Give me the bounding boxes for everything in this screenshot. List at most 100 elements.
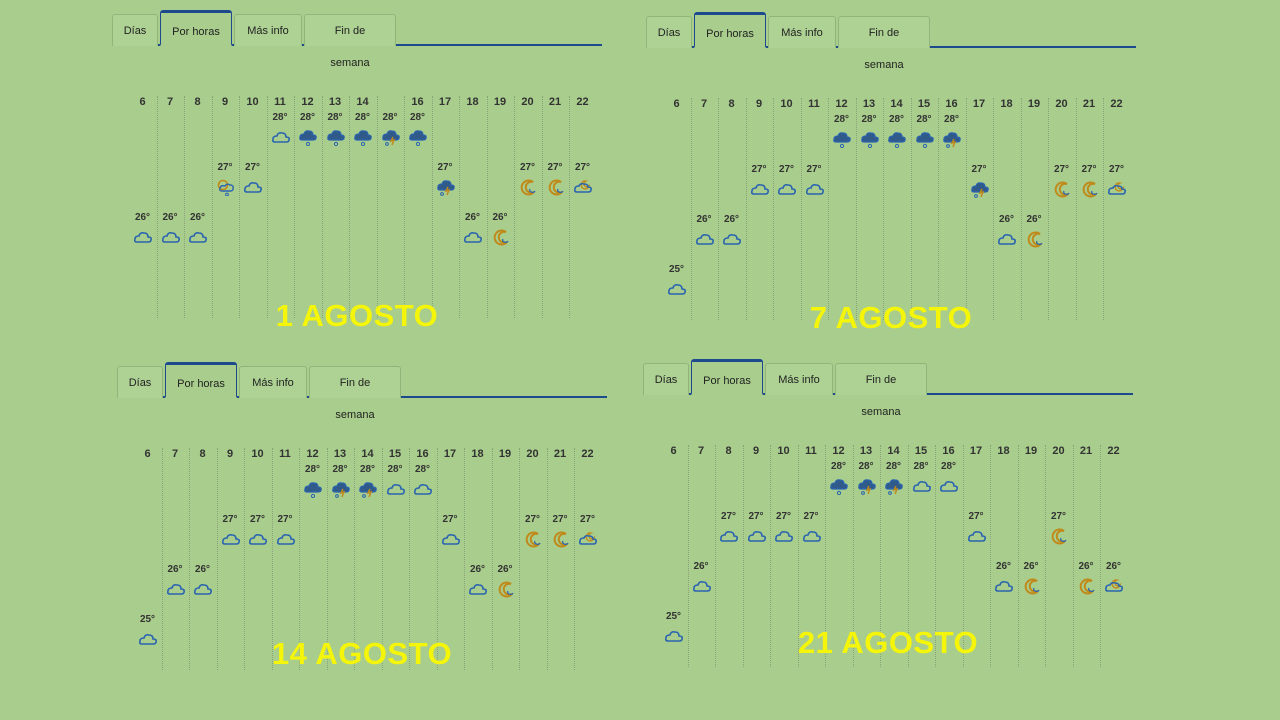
tab-dias[interactable]: Días [117,366,163,398]
forecast-panel: Días Por horas Más info Fin de semana 6 25° 7 2… [117,360,607,700]
moon-icon [1079,578,1095,595]
hour-label: 20 [526,448,539,460]
temperature-value: 27° [775,511,792,522]
temperature-value: 26° [723,214,740,225]
temperature-value: 28° [409,112,426,123]
sun-cloud-rain-icon [217,179,234,196]
hour-label: 9 [226,448,234,460]
tab-fin-de-semana[interactable]: Fin de semana [835,363,927,418]
cloud-icon [997,234,1016,245]
hour-label: 14 [361,448,374,460]
tab-fin-de-semana[interactable]: Fin de semana [838,16,930,71]
tab-dias[interactable]: Días [646,16,692,48]
hour-column-divider [541,96,569,318]
tab-mas-info[interactable]: Más info [768,16,836,48]
hour-label: 15 [914,445,928,457]
temperature-value: 28° [830,461,847,472]
hour-label: 16 [416,448,429,460]
temperature-value: 28° [885,461,902,472]
rain-icon [830,479,848,495]
tab-mas-info[interactable]: Más info [234,14,302,46]
tab-dias[interactable]: Días [112,14,158,46]
tab-por-horas[interactable]: Por horas [691,359,763,395]
temperature-value: 27° [277,514,293,525]
rain-icon [354,130,372,146]
temperature-value: 26° [492,212,508,223]
temperature-value: 26° [1078,561,1094,572]
temperature-value: 28° [272,112,288,123]
cloud-icon [468,584,487,595]
tab-fin-de-semana[interactable]: Fin de semana [309,366,401,421]
cloud-icon [133,232,152,243]
cloud-icon [161,232,180,243]
temperature-value: 26° [693,561,709,572]
temperature-value: 28° [916,114,932,125]
temperature-value: 28° [299,112,316,123]
hour-label: 8 [199,448,206,460]
hour-label: 22 [576,96,589,108]
cloud-icon [747,531,766,542]
date-caption: 1 AGOSTO [275,298,439,333]
cloud-icon [912,481,931,492]
hour-label: 18 [997,445,1010,457]
temperature-value: 27° [1081,164,1097,175]
cloud-icon [967,531,986,542]
hour-label: 6 [670,445,677,457]
rain-icon [915,132,934,148]
temperature-value: 28° [304,464,321,475]
tab-por-horas[interactable]: Por horas [694,12,766,48]
hour-label: 19 [1024,445,1038,457]
rain-icon [299,130,317,146]
tab-mas-info[interactable]: Más info [765,363,833,395]
cloud-icon [386,484,405,495]
temperature-value: 28° [354,112,371,123]
hour-label: 18 [1000,98,1013,110]
hour-label: 10 [251,448,264,460]
tab-por-horas[interactable]: Por horas [165,362,237,398]
hour-label: 16 [411,96,424,108]
tab-mas-info[interactable]: Más info [239,366,307,398]
hour-label: 6 [139,96,146,108]
hour-label: 21 [553,448,567,460]
temperature-value: 27° [1053,164,1070,175]
temperature-value: 27° [249,514,266,525]
hour-label: 19 [498,448,512,460]
hourly-grid: 6 25° 7 26° 8 26° 9 27° 10 27° 11 27° 12 28° 13 28° 14 28… [117,396,607,670]
cloud-icon [667,284,686,295]
hour-label: 17 [969,445,983,457]
rain-icon [860,132,879,148]
temperature-value: 28° [387,464,403,475]
hour-label: 18 [471,448,484,460]
tab-fin-de-semana[interactable]: Fin de semana [304,14,396,69]
hour-label: 9 [755,98,763,110]
temperature-value: 27° [519,162,536,173]
temperature-value: 28° [359,464,376,475]
hour-label: 12 [835,98,848,110]
hour-column-divider [718,98,745,320]
tab-por-horas[interactable]: Por horas [160,10,232,46]
temperature-value: 25° [665,611,682,622]
temperature-value: 27° [524,514,541,525]
hour-label: 21 [1082,98,1096,110]
hour-label: 10 [777,445,790,457]
moon-cloud-icon [1107,182,1126,195]
storm-icon [885,479,903,495]
hour-label: 13 [859,445,873,457]
storm-icon [970,182,989,198]
hour-label: 10 [780,98,793,110]
temperature-value: 27° [971,164,987,175]
tab-dias[interactable]: Días [643,363,689,395]
hour-column-divider [690,98,718,320]
temperature-value: 28° [940,461,957,472]
temperature-value: 26° [469,564,486,575]
temperature-value: 25° [668,264,685,275]
hour-column-divider [1075,98,1103,320]
hour-label: 19 [1027,98,1041,110]
temperature-value: 27° [547,162,563,173]
temperature-value: 26° [1105,561,1122,572]
cloud-icon [413,484,432,495]
rain-icon [888,132,906,148]
hour-label: 20 [1055,98,1068,110]
temperature-value: 28° [382,112,398,123]
temperature-value: 27° [803,511,819,522]
